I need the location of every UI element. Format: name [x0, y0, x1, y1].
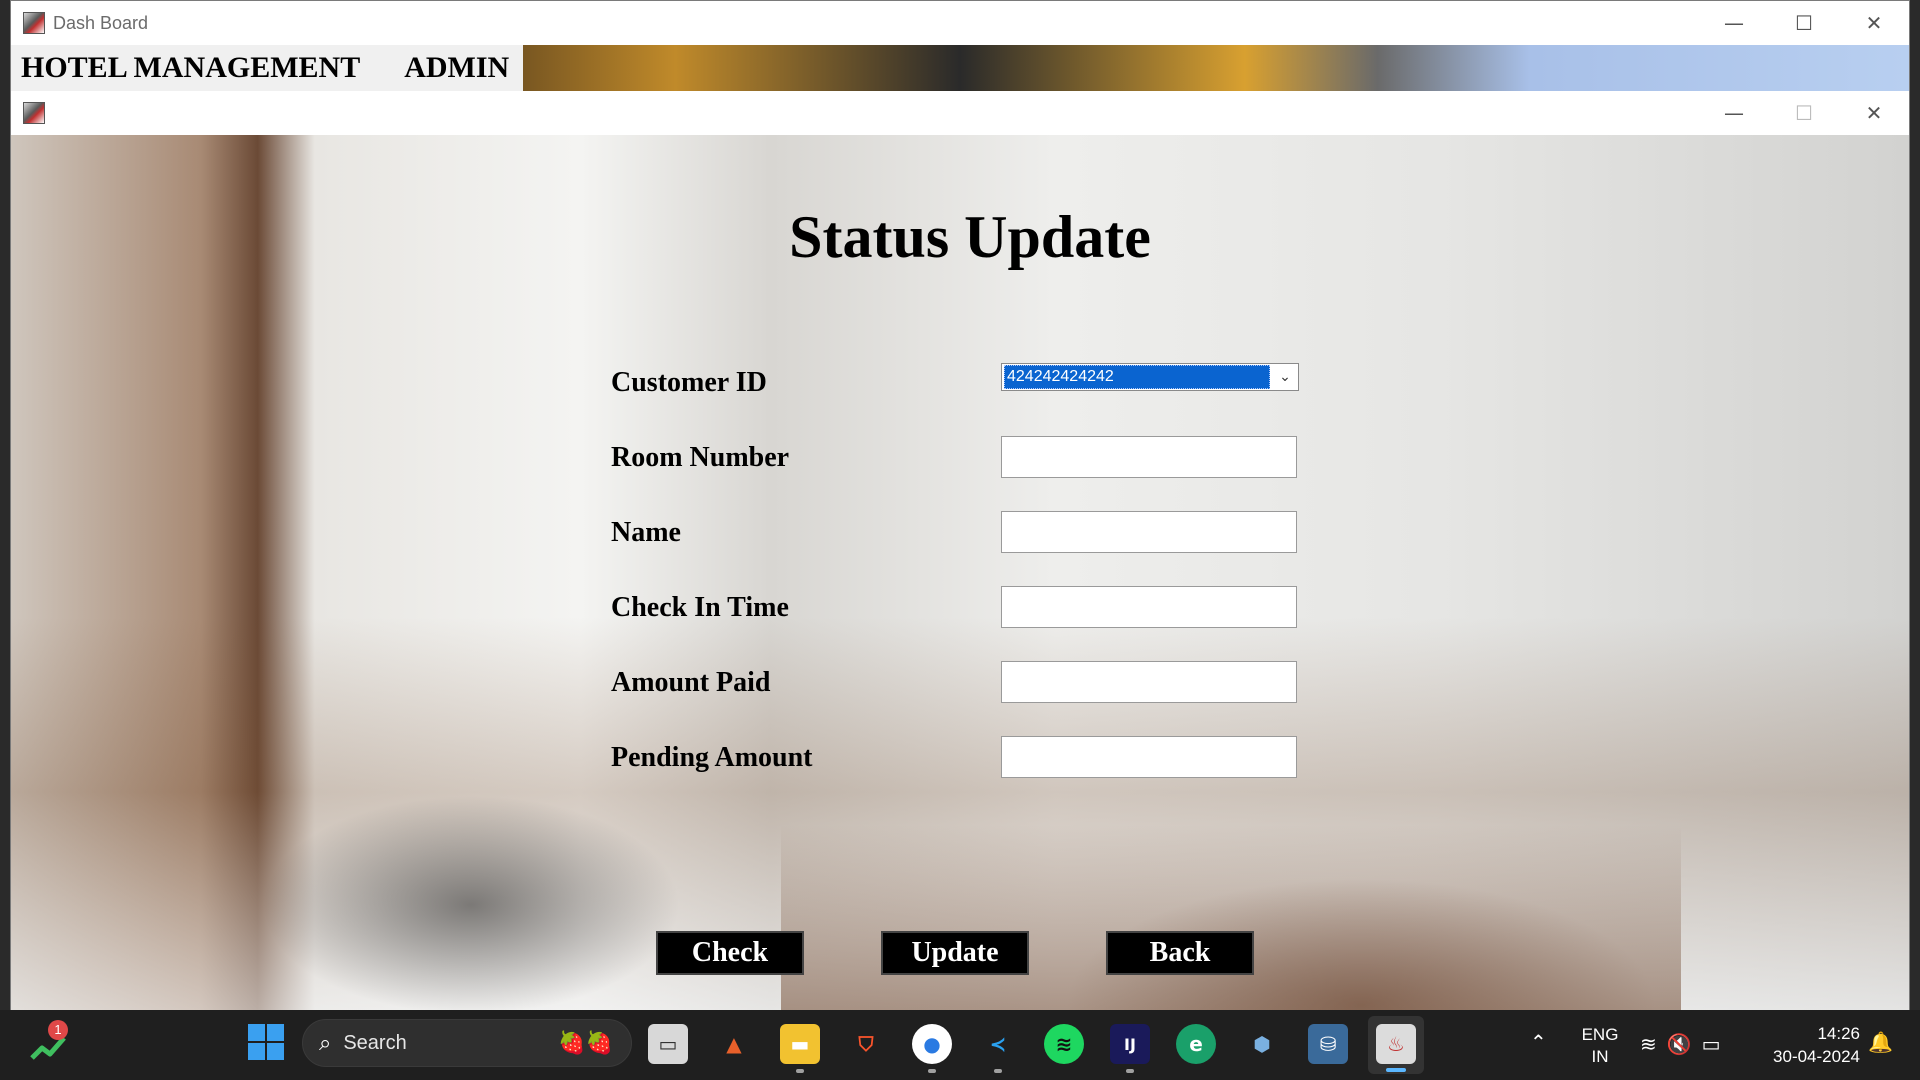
clock[interactable]: 14:26 30-04-2024: [1760, 1022, 1860, 1068]
inner-minimize-button[interactable]: —: [1699, 91, 1769, 135]
window-title: Dash Board: [53, 12, 149, 33]
room-number-field[interactable]: [1001, 436, 1297, 478]
inner-close-button[interactable]: ✕: [1839, 91, 1909, 135]
pending-amount-label: Pending Amount: [611, 742, 813, 773]
language-code: ENG: [1581, 1025, 1619, 1044]
pending-amount-field[interactable]: [1001, 736, 1297, 778]
language-indicator[interactable]: ENG IN: [1580, 1024, 1620, 1068]
java-app-icon: [23, 102, 45, 124]
close-button[interactable]: ✕: [1839, 1, 1909, 45]
running-indicator: [994, 1069, 1002, 1073]
name-field[interactable]: [1001, 511, 1297, 553]
strawberry-icon: 🍓🍓: [558, 1030, 613, 1055]
java-app-icon: [23, 12, 45, 34]
show-hidden-icons-icon[interactable]: ⌃: [1530, 1030, 1547, 1054]
customer-id-label: Customer ID: [611, 367, 767, 398]
minimize-button[interactable]: —: [1699, 1, 1769, 45]
search-label: Search: [343, 1031, 407, 1054]
system-tray[interactable]: ≋🔇▭: [1640, 1032, 1731, 1056]
search-icon: ⌕: [319, 1030, 332, 1056]
volume-muted-icon[interactable]: 🔇: [1667, 1032, 1702, 1056]
background-decor: [781, 825, 1681, 1011]
chrome-icon[interactable]: ●: [912, 1024, 952, 1064]
amount-paid-field[interactable]: [1001, 661, 1297, 703]
matlab-icon[interactable]: ▲: [714, 1024, 754, 1064]
notification-bell-icon[interactable]: 🔔: [1868, 1030, 1893, 1054]
battery-icon[interactable]: ▭: [1702, 1032, 1731, 1056]
mysql-workbench-icon[interactable]: ⛁: [1308, 1024, 1348, 1064]
vscode-icon[interactable]: ≺: [978, 1024, 1018, 1064]
back-button[interactable]: Back: [1106, 931, 1254, 975]
room-number-label: Room Number: [611, 442, 790, 473]
time: 14:26: [1817, 1024, 1860, 1043]
check-in-time-field[interactable]: [1001, 586, 1297, 628]
maximize-button[interactable]: ☐: [1769, 1, 1839, 45]
background-decor: [261, 795, 681, 1011]
inner-maximize-button: ☐: [1795, 101, 1813, 125]
customer-id-selected-value: 424242424242: [1004, 365, 1270, 389]
edge-icon[interactable]: e: [1176, 1024, 1216, 1064]
check-in-time-label: Check In Time: [611, 592, 789, 623]
running-indicator: [796, 1069, 804, 1073]
menu-admin[interactable]: ADMIN: [370, 51, 523, 85]
date: 30-04-2024: [1773, 1047, 1860, 1066]
customer-id-select[interactable]: 424242424242 ⌄: [1001, 363, 1299, 391]
dashboard-titlebar: Dash Board — ☐ ✕: [11, 1, 1909, 45]
wifi-icon[interactable]: ≋: [1640, 1032, 1667, 1056]
spotify-icon[interactable]: ≋: [1044, 1024, 1084, 1064]
notification-badge: 1: [48, 1020, 68, 1040]
running-indicator: [928, 1069, 936, 1073]
active-indicator: [1386, 1068, 1406, 1072]
inner-titlebar: — ☐ ✕: [11, 91, 1909, 135]
running-indicator: [1126, 1069, 1134, 1073]
menubar: HOTEL MANAGEMENT ADMIN: [11, 45, 1909, 91]
update-button[interactable]: Update: [881, 931, 1029, 975]
name-label: Name: [611, 517, 681, 548]
menu-hotel-management[interactable]: HOTEL MANAGEMENT: [11, 51, 370, 85]
region-code: IN: [1591, 1047, 1609, 1066]
windows-start-icon[interactable]: [246, 1022, 286, 1062]
check-button[interactable]: Check: [656, 931, 804, 975]
chevron-down-icon[interactable]: ⌄: [1272, 364, 1298, 390]
virtualbox-icon[interactable]: ⬢: [1242, 1024, 1282, 1064]
taskbar-search[interactable]: ⌕ Search 🍓🍓: [302, 1019, 632, 1067]
task-view-icon[interactable]: ▭: [648, 1024, 688, 1064]
java-taskbar-icon[interactable]: ♨: [1376, 1024, 1416, 1064]
file-explorer-icon[interactable]: ▬: [780, 1024, 820, 1064]
dashboard-window: Dash Board — ☐ ✕ HOTEL MANAGEMENT ADMIN …: [10, 0, 1910, 1012]
amount-paid-label: Amount Paid: [611, 667, 771, 698]
page-title: Status Update: [789, 204, 1151, 270]
intellij-icon[interactable]: IJ: [1110, 1024, 1150, 1064]
brave-icon[interactable]: ⛉: [846, 1024, 886, 1064]
taskbar: 1: [0, 1010, 1920, 1080]
